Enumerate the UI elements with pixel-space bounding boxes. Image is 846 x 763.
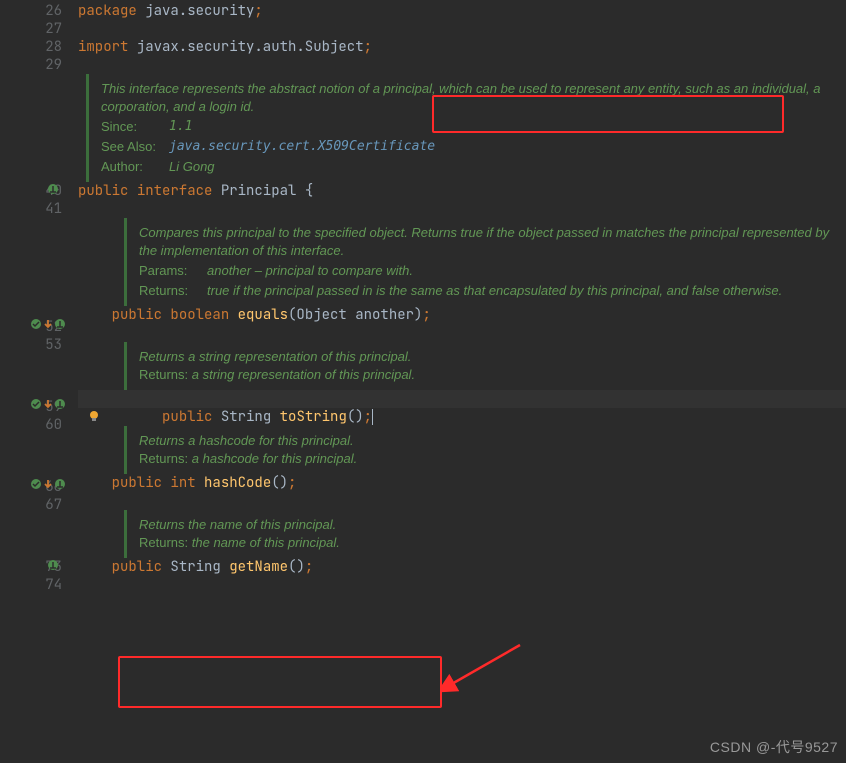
override-icons[interactable] [30, 478, 66, 490]
line-number: 40 [0, 182, 70, 200]
javadoc-block: Compares this principal to the specified… [124, 218, 846, 306]
code-line[interactable]: package java.security; [78, 2, 846, 20]
doc-returns-label: Returns: [139, 367, 188, 382]
line-number: 26 [0, 2, 70, 20]
javadoc-block: This interface represents the abstract n… [86, 74, 846, 182]
doc-summary: Returns the name of this principal. [139, 516, 834, 534]
line-number: 74 [0, 576, 70, 594]
doc-author-label: Author: [101, 158, 161, 176]
doc-since-value: 1.1 [169, 118, 192, 136]
line-number: 53 [0, 336, 70, 354]
doc-params-label: Params: [139, 262, 199, 280]
code-line[interactable] [78, 576, 846, 594]
code-line[interactable] [78, 200, 846, 218]
line-number: 67 [0, 496, 70, 514]
code-line[interactable]: public String getName(); [78, 558, 846, 576]
doc-returns-label: Returns: [139, 451, 188, 466]
doc-returns-value: a string representation of this principa… [192, 367, 415, 382]
code-editor[interactable]: 26 27 28 29 40 41 52 53 59 60 [0, 0, 846, 763]
line-number: 28 [0, 38, 70, 56]
doc-returns-value: the name of this principal. [192, 535, 340, 550]
doc-seealso-label: See Also: [101, 138, 161, 156]
line-number: 29 [0, 56, 70, 74]
code-line[interactable]: public int hashCode(); [78, 474, 846, 492]
line-number: 27 [0, 20, 70, 38]
doc-summary: This interface represents the abstract n… [101, 80, 834, 116]
doc-seealso-link[interactable]: java.security.cert.X509Certificate [169, 138, 435, 156]
javadoc-block: Returns a string representation of this … [124, 342, 846, 390]
code-line[interactable] [78, 324, 846, 342]
line-number: 52 [0, 318, 70, 336]
javadoc-block: Returns a hashcode for this principal. R… [124, 426, 846, 474]
intention-bulb-icon[interactable] [20, 391, 101, 446]
gutter: 26 27 28 29 40 41 52 53 59 60 [0, 0, 70, 763]
code-line[interactable] [78, 56, 846, 74]
doc-author-value: Li Gong [169, 158, 215, 176]
line-number: 73 [0, 558, 70, 576]
code-line[interactable]: import javax.security.auth.Subject; [78, 38, 846, 56]
code-area[interactable]: package java.security; import javax.secu… [70, 0, 846, 763]
code-line-current[interactable]: public String toString(); [78, 390, 846, 408]
doc-summary: Compares this principal to the specified… [139, 224, 834, 260]
line-number: 66 [0, 478, 70, 496]
doc-params-value: another – principal to compare with. [207, 262, 413, 280]
code-line[interactable]: public interface Principal { [78, 182, 846, 200]
doc-summary: Returns a string representation of this … [139, 348, 834, 366]
caret [372, 409, 373, 425]
override-icons[interactable] [30, 318, 66, 330]
implements-icon[interactable] [48, 558, 62, 572]
doc-since-label: Since: [101, 118, 161, 136]
javadoc-block: Returns the name of this principal. Retu… [124, 510, 846, 558]
doc-returns-label: Returns: [139, 535, 188, 550]
implements-icon[interactable] [48, 182, 62, 196]
code-line[interactable]: public boolean equals(Object another); [78, 306, 846, 324]
code-line[interactable] [78, 20, 846, 38]
doc-returns-label: Returns: [139, 282, 199, 300]
line-number: 41 [0, 200, 70, 218]
doc-returns-value: true if the principal passed in is the s… [207, 282, 834, 300]
doc-summary: Returns a hashcode for this principal. [139, 432, 834, 450]
doc-returns-value: a hashcode for this principal. [192, 451, 357, 466]
code-line[interactable] [78, 492, 846, 510]
watermark: CSDN @-代号9527 [710, 737, 838, 757]
